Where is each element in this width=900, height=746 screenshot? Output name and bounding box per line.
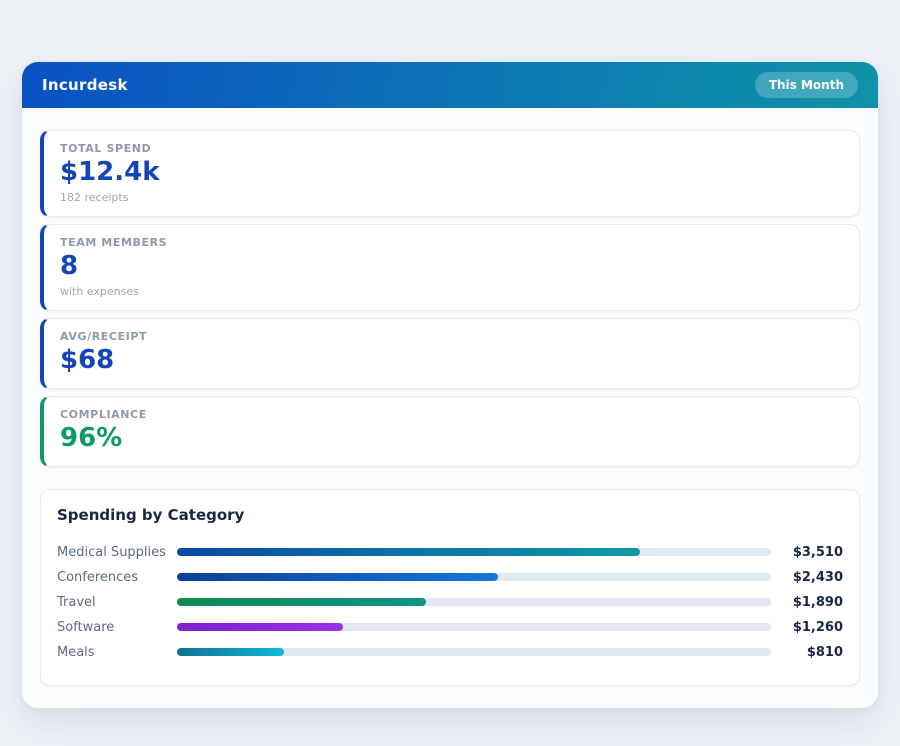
stat-value: 8 (60, 252, 843, 282)
app-title: Incurdesk (42, 76, 128, 94)
category-value: $1,890 (781, 595, 843, 610)
stat-label: COMPLIANCE (60, 408, 843, 421)
bar-fill (177, 573, 498, 581)
stat-subtext: 182 receipts (60, 191, 843, 204)
stat-label: AVG/RECEIPT (60, 330, 843, 343)
spending-title: Spending by Category (57, 506, 843, 524)
category-label: Software (57, 620, 177, 635)
dashboard-content: TOTAL SPEND $12.4k 182 receipts TEAM MEM… (22, 108, 878, 708)
category-value: $810 (781, 645, 843, 660)
category-label: Medical Supplies (57, 545, 177, 560)
bar-fill (177, 623, 343, 631)
stat-card-avg-receipt: AVG/RECEIPT $68 (40, 318, 860, 389)
category-row-medical-supplies: Medical Supplies $3,510 (57, 540, 843, 565)
stat-value: 96% (60, 424, 843, 454)
stat-label: TEAM MEMBERS (60, 236, 843, 249)
stat-value: $12.4k (60, 158, 843, 188)
category-row-travel: Travel $1,890 (57, 590, 843, 615)
bar-fill (177, 548, 640, 556)
category-row-software: Software $1,260 (57, 615, 843, 640)
category-value: $2,430 (781, 570, 843, 585)
category-label: Conferences (57, 570, 177, 585)
bar-track (177, 598, 771, 606)
bar-track (177, 648, 771, 656)
category-row-conferences: Conferences $2,430 (57, 565, 843, 590)
category-label: Meals (57, 645, 177, 660)
app-card: Incurdesk This Month TOTAL SPEND $12.4k … (22, 62, 878, 708)
stat-value: $68 (60, 346, 843, 376)
app-header: Incurdesk This Month (22, 62, 878, 108)
category-value: $1,260 (781, 620, 843, 635)
spending-card: Spending by Category Medical Supplies $3… (40, 489, 860, 686)
bar-fill (177, 598, 426, 606)
stat-label: TOTAL SPEND (60, 142, 843, 155)
stat-card-compliance: COMPLIANCE 96% (40, 396, 860, 467)
category-label: Travel (57, 595, 177, 610)
category-row-meals: Meals $810 (57, 640, 843, 665)
stats-section: TOTAL SPEND $12.4k 182 receipts TEAM MEM… (40, 130, 860, 467)
category-value: $3,510 (781, 545, 843, 560)
bar-track (177, 548, 771, 556)
period-badge[interactable]: This Month (755, 72, 858, 98)
bar-track (177, 623, 771, 631)
stat-subtext: with expenses (60, 285, 843, 298)
bar-track (177, 573, 771, 581)
stat-card-team-members: TEAM MEMBERS 8 with expenses (40, 224, 860, 311)
bar-fill (177, 648, 284, 656)
stat-card-total-spend: TOTAL SPEND $12.4k 182 receipts (40, 130, 860, 217)
